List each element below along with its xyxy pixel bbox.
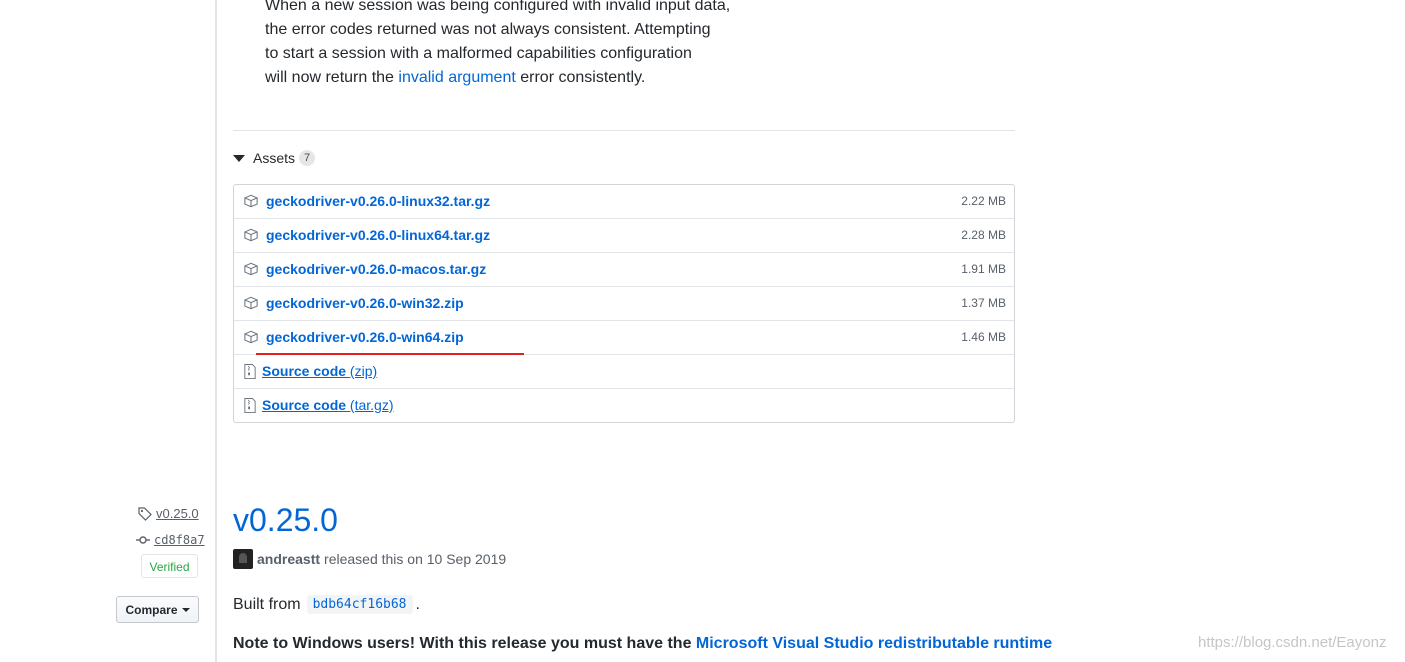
tag-link[interactable]: v0.25.0 [138, 506, 199, 521]
asset-row: geckodriver-v0.26.0-win32.zip 1.37 MB [234, 286, 1014, 320]
notes-text: will now return the [265, 69, 399, 86]
package-icon [244, 228, 258, 242]
assets-label: Assets [253, 150, 296, 166]
dropdown-caret-icon [181, 607, 190, 612]
tag-label: v0.25.0 [156, 506, 199, 521]
asset-link[interactable]: geckodriver-v0.26.0-win64.zip [266, 329, 464, 345]
asset-size: 2.22 MB [961, 194, 1006, 208]
asset-size: 1.37 MB [961, 296, 1006, 310]
asset-size: 2.28 MB [961, 228, 1006, 242]
asset-size: 1.91 MB [961, 262, 1006, 276]
asset-link[interactable]: geckodriver-v0.26.0-win32.zip [266, 295, 464, 311]
source-label: Source code [262, 397, 347, 413]
commit-icon [136, 536, 150, 544]
caret-down-icon [233, 154, 245, 162]
file-zip-icon [244, 398, 256, 413]
divider [233, 130, 1015, 131]
package-icon [244, 262, 258, 276]
built-from-end: . [415, 595, 420, 613]
commit-link[interactable]: cd8f8a7 [136, 533, 205, 547]
notes-line-4: will now return the invalid argument err… [265, 66, 785, 90]
avatar[interactable] [233, 549, 253, 569]
file-zip-icon [244, 364, 256, 379]
asset-row: geckodriver-v0.26.0-macos.tar.gz 1.91 MB [234, 252, 1014, 286]
package-icon [244, 194, 258, 208]
highlight-underline [256, 353, 524, 355]
assets-list: geckodriver-v0.26.0-linux32.tar.gz 2.22 … [233, 184, 1015, 423]
source-row: Source code (zip) [234, 354, 1014, 388]
source-ext: (zip) [349, 363, 378, 379]
package-icon [244, 296, 258, 310]
watermark: https://blog.csdn.net/Eayonz [1198, 634, 1387, 651]
release-meta: andreastt released this on 10 Sep 2019 [233, 549, 506, 569]
asset-link[interactable]: geckodriver-v0.26.0-macos.tar.gz [266, 261, 486, 277]
tag-icon [138, 506, 152, 521]
released-text: released this on 10 Sep 2019 [324, 551, 507, 567]
compare-button[interactable]: Compare [116, 596, 199, 623]
compare-label: Compare [125, 602, 178, 617]
asset-row: geckodriver-v0.26.0-linux32.tar.gz 2.22 … [234, 185, 1014, 218]
windows-note-text: Note to Windows users! With this release… [233, 635, 696, 652]
vs-runtime-link[interactable]: Microsoft Visual Studio redistributable … [696, 635, 1052, 652]
windows-note: Note to Windows users! With this release… [233, 635, 1052, 653]
source-label: Source code [262, 363, 347, 379]
notes-line-3: to start a session with a malformed capa… [265, 45, 692, 62]
commit-ref-link[interactable]: bdb64cf16b68 [306, 595, 413, 614]
source-ext: (tar.gz) [349, 397, 394, 413]
asset-size: 1.46 MB [961, 330, 1006, 344]
timeline-line [215, 0, 217, 662]
release-title[interactable]: v0.25.0 [233, 500, 338, 540]
asset-row: geckodriver-v0.26.0-linux64.tar.gz 2.28 … [234, 218, 1014, 252]
notes-line-2: the error codes returned was not always … [265, 21, 711, 38]
package-icon [244, 330, 258, 344]
asset-link[interactable]: geckodriver-v0.26.0-linux64.tar.gz [266, 227, 490, 243]
asset-link[interactable]: geckodriver-v0.26.0-linux32.tar.gz [266, 193, 490, 209]
built-from: Built from bdb64cf16b68 . [233, 595, 420, 614]
source-code-targz-link[interactable]: Source code (tar.gz) [262, 397, 394, 413]
release-notes: When a new session was being configured … [265, 0, 785, 90]
asset-row: geckodriver-v0.26.0-win64.zip 1.46 MB [234, 320, 1014, 354]
built-from-label: Built from [233, 595, 301, 613]
release-page: When a new session was being configured … [0, 0, 1405, 662]
assets-toggle[interactable]: Assets 7 [233, 149, 316, 167]
author-link[interactable]: andreastt [257, 551, 320, 567]
commit-sha: cd8f8a7 [154, 533, 205, 547]
source-row: Source code (tar.gz) [234, 388, 1014, 422]
invalid-argument-link[interactable]: invalid argument [398, 69, 515, 86]
notes-line-1: When a new session was being configured … [265, 0, 731, 14]
verified-badge[interactable]: Verified [141, 554, 198, 578]
notes-text: error consistently. [515, 69, 646, 86]
assets-count: 7 [299, 150, 316, 166]
source-code-zip-link[interactable]: Source code (zip) [262, 363, 377, 379]
